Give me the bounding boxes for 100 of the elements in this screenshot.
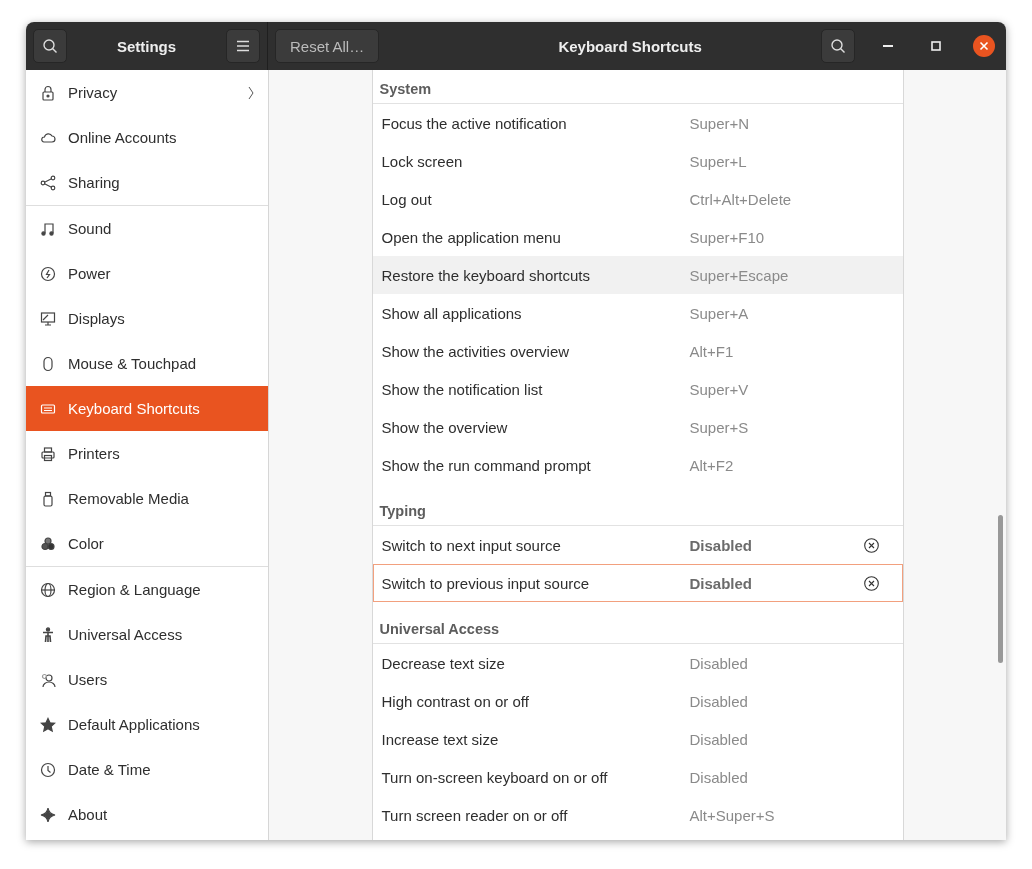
shortcut-name: Show the overview bbox=[381, 418, 509, 436]
search-button[interactable] bbox=[33, 29, 67, 63]
shortcut-name: Switch to next input source bbox=[381, 536, 562, 554]
shortcut-row[interactable]: High contrast on or off Disabled bbox=[372, 682, 903, 720]
sidebar-item[interactable]: Printers bbox=[26, 431, 268, 476]
shortcut-name: Log out bbox=[381, 190, 433, 208]
search-button[interactable] bbox=[821, 29, 855, 63]
reset-all-button[interactable]: Reset All… bbox=[275, 29, 380, 63]
shortcut-row[interactable]: Decrease text size Disabled bbox=[372, 644, 903, 682]
sidebar-item[interactable]: Region & Language bbox=[26, 567, 268, 612]
sidebar-item[interactable]: Power bbox=[26, 251, 268, 296]
shortcut-keys: Disabled bbox=[689, 536, 864, 554]
monitor-icon bbox=[40, 310, 56, 327]
sidebar-item[interactable]: About bbox=[26, 792, 268, 837]
shortcut-keys: Super+S bbox=[689, 418, 864, 436]
sidebar-item[interactable]: Privacy bbox=[26, 70, 268, 115]
app-title: Settings bbox=[115, 37, 178, 55]
search-icon bbox=[42, 38, 58, 54]
shortcut-row[interactable]: Lock screen Super+L bbox=[372, 142, 903, 180]
shortcut-name: Decrease text size bbox=[381, 654, 506, 672]
minimize-icon bbox=[883, 45, 893, 47]
clear-icon[interactable] bbox=[863, 537, 879, 553]
shortcut-row[interactable]: Show all applications Super+A bbox=[372, 294, 903, 332]
section-header: System bbox=[372, 70, 903, 104]
shortcut-row[interactable]: Restore the keyboard shortcuts Super+Escape bbox=[372, 256, 903, 294]
section-header: Universal Access bbox=[372, 602, 903, 644]
clock-icon bbox=[40, 761, 56, 778]
shortcut-keys: Super+Escape bbox=[689, 266, 864, 284]
sidebar-item[interactable]: Keyboard Shortcuts bbox=[26, 386, 268, 431]
shortcut-keys: Super+A bbox=[689, 304, 864, 322]
sidebar-item[interactable]: Sound bbox=[26, 206, 268, 251]
menu-icon bbox=[236, 40, 250, 52]
sidebar-item[interactable]: Users bbox=[26, 657, 268, 702]
chevron-right-icon bbox=[248, 85, 254, 100]
shortcut-name: Show the notification list bbox=[381, 380, 544, 398]
shortcut-keys: Alt+F1 bbox=[689, 342, 864, 360]
shortcut-row[interactable]: Open the application menu Super+F10 bbox=[372, 218, 903, 256]
share-icon bbox=[40, 174, 56, 191]
shortcut-keys: Super+N bbox=[689, 114, 864, 132]
shortcut-row[interactable]: Switch to previous input source Disabled bbox=[372, 564, 903, 602]
shortcut-keys: Super+L bbox=[689, 152, 864, 170]
shortcut-row[interactable]: Turn screen reader on or off Alt+Super+S bbox=[372, 796, 903, 834]
lock-icon bbox=[40, 84, 56, 101]
users-icon bbox=[40, 671, 56, 688]
mouse-icon bbox=[40, 355, 56, 372]
clear-icon[interactable] bbox=[863, 575, 879, 591]
shortcut-row[interactable]: Show the notification list Super+V bbox=[372, 370, 903, 408]
shortcut-row[interactable]: Show the overview Super+S bbox=[372, 408, 903, 446]
shortcut-name: Show the activities overview bbox=[381, 342, 571, 360]
shortcut-row[interactable]: Focus the active notification Super+N bbox=[372, 104, 903, 142]
shortcut-keys: Super+F10 bbox=[689, 228, 864, 246]
shortcut-keys: Ctrl+Alt+Delete bbox=[689, 190, 864, 208]
scrollbar[interactable] bbox=[998, 515, 1003, 663]
sidebar-item[interactable]: Removable Media bbox=[26, 476, 268, 521]
color-circles-icon bbox=[40, 535, 56, 552]
shortcut-name: Lock screen bbox=[381, 152, 464, 170]
sidebar-item[interactable]: Universal Access bbox=[26, 612, 268, 657]
shortcut-row[interactable]: Turn on-screen keyboard on or off Disabled bbox=[372, 758, 903, 796]
section-header: Typing bbox=[372, 484, 903, 526]
sidebar-item[interactable]: Online Accounts bbox=[26, 115, 268, 160]
shortcut-name: Open the application menu bbox=[381, 228, 562, 246]
sidebar-item[interactable]: Displays bbox=[26, 296, 268, 341]
shortcut-row[interactable]: Log out Ctrl+Alt+Delete bbox=[372, 180, 903, 218]
sparkle-icon bbox=[40, 806, 56, 823]
shortcut-row[interactable]: Show the run command prompt Alt+F2 bbox=[372, 446, 903, 484]
shortcut-row[interactable]: Increase text size Disabled bbox=[372, 720, 903, 758]
sidebar-item[interactable]: Color bbox=[26, 521, 268, 566]
search-icon bbox=[830, 38, 846, 54]
shortcut-name: Focus the active notification bbox=[381, 114, 568, 132]
shortcut-row[interactable]: Show the activities overview Alt+F1 bbox=[372, 332, 903, 370]
sidebar-item[interactable]: Sharing bbox=[26, 160, 268, 205]
usb-drive-icon bbox=[40, 490, 56, 507]
shortcut-name: High contrast on or off bbox=[381, 692, 530, 710]
shortcut-name: Show the run command prompt bbox=[381, 456, 592, 474]
sidebar-item[interactable]: Mouse & Touchpad bbox=[26, 341, 268, 386]
shortcut-keys: Disabled bbox=[689, 654, 864, 672]
shortcut-keys: Disabled bbox=[689, 574, 864, 592]
menu-button[interactable] bbox=[226, 29, 260, 63]
close-icon bbox=[973, 35, 995, 57]
shortcut-name: Increase text size bbox=[381, 730, 500, 748]
shortcut-keys: Super+V bbox=[689, 380, 864, 398]
shortcut-name: Turn on-screen keyboard on or off bbox=[381, 768, 609, 786]
shortcut-name: Switch to previous input source bbox=[381, 574, 591, 592]
panel-title: Keyboard Shortcuts bbox=[557, 37, 703, 55]
shortcut-keys: Disabled bbox=[689, 730, 864, 748]
shortcut-name: Show all applications bbox=[381, 304, 523, 322]
shortcut-keys: Disabled bbox=[689, 768, 864, 786]
power-icon bbox=[40, 265, 56, 282]
shortcut-row[interactable]: Switch to next input source Disabled bbox=[372, 526, 903, 564]
star-icon bbox=[40, 716, 56, 733]
maximize-icon bbox=[931, 41, 941, 51]
shortcut-name: Restore the keyboard shortcuts bbox=[381, 266, 591, 284]
globe-icon bbox=[40, 581, 56, 598]
music-note-icon bbox=[40, 220, 56, 237]
sidebar-item[interactable]: Default Applications bbox=[26, 702, 268, 747]
sidebar-item[interactable]: Date & Time bbox=[26, 747, 268, 792]
shortcut-keys: Disabled bbox=[689, 692, 864, 710]
printer-icon bbox=[40, 445, 56, 462]
shortcut-keys: Alt+F2 bbox=[689, 456, 864, 474]
shortcut-keys: Alt+Super+S bbox=[689, 806, 864, 824]
